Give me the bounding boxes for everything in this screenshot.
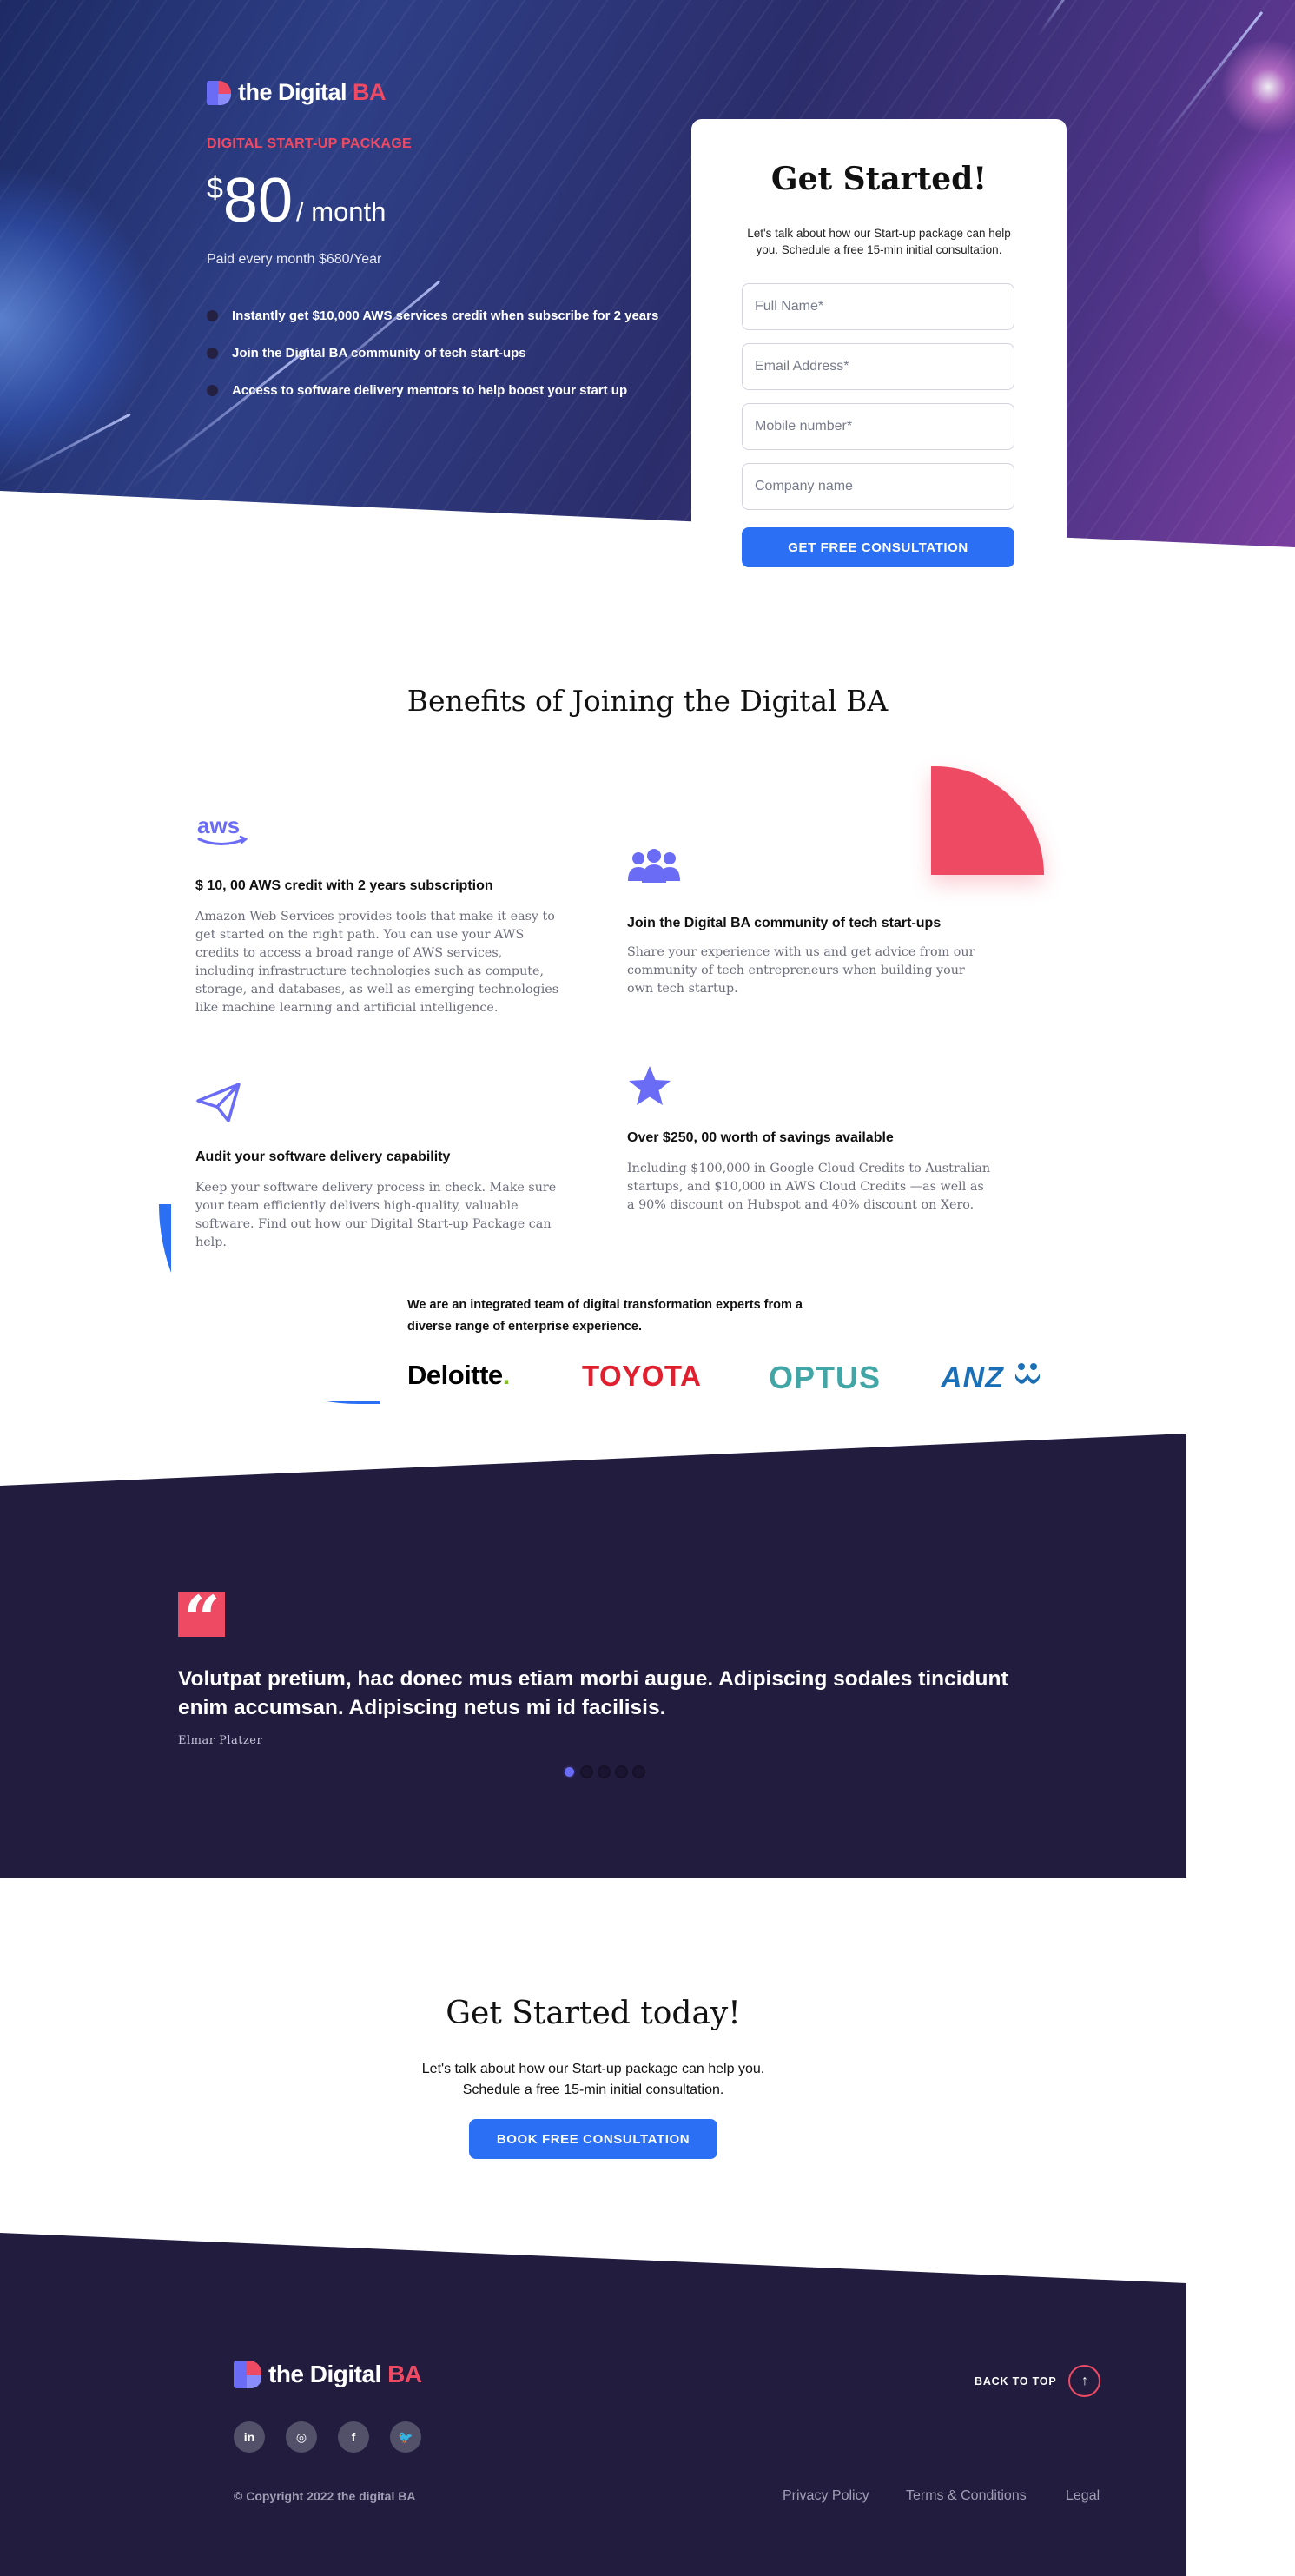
linkedin-icon[interactable]: in	[234, 2421, 265, 2453]
paper-plane-icon	[195, 1082, 242, 1128]
hero-glow-left	[0, 165, 156, 478]
copyright: © Copyright 2022 the digital BA	[234, 2489, 416, 2503]
hero-banner	[0, 0, 1295, 547]
arrow-up-icon: ↑	[1068, 2365, 1101, 2397]
benefit-description: Including $100,000 in Google Cloud Credi…	[627, 1162, 991, 1212]
company-input[interactable]	[742, 463, 1014, 510]
benefit-title: Join the Digital BA community of tech st…	[627, 916, 942, 930]
cta-text: Let's talk about how our Start-up packag…	[421, 2062, 765, 2097]
benefit-description: Keep your software delivery process in c…	[195, 1181, 557, 1249]
partners-intro: We are an integrated team of digital tra…	[407, 1298, 803, 1334]
carousel-dot[interactable]	[632, 1765, 645, 1778]
package-eyebrow: DIGITAL START-UP PACKAGE	[207, 136, 412, 151]
facebook-icon[interactable]: f	[338, 2421, 369, 2453]
social-links: in ◎ f 🐦	[234, 2421, 421, 2453]
price-amount: 80	[222, 166, 294, 235]
toyota-logo: TOYOTA	[582, 1360, 702, 1392]
consultation-form-card: Get Started! Let's talk about how our St…	[691, 119, 1067, 579]
terms-conditions-link[interactable]: Terms & Conditions	[906, 2488, 1027, 2504]
users-icon	[627, 848, 681, 889]
twitter-icon[interactable]: 🐦	[390, 2421, 421, 2453]
benefits-title: Benefits of Joining the Digital BA	[406, 684, 889, 718]
feature-item: Access to software delivery mentors to h…	[207, 372, 658, 409]
benefit-title: Over $250, 00 worth of savings available	[627, 1130, 894, 1145]
decorative-pink-shape	[931, 766, 1044, 875]
form-intro: Let's talk about how our Start-up packag…	[747, 227, 1011, 256]
optus-logo: OPTUS	[769, 1360, 882, 1395]
header-logo[interactable]: the Digital BA	[207, 79, 387, 106]
feature-item: Join the Digital BA community of tech st…	[207, 334, 658, 372]
price-note: Paid every month $680/Year	[207, 252, 382, 267]
bullet-dot-icon	[207, 385, 218, 396]
package-features: Instantly get $10,000 AWS services credi…	[207, 297, 658, 409]
anz-logo: ANZ	[941, 1360, 1042, 1395]
bullet-dot-icon	[207, 348, 218, 359]
logo-wordmark: the Digital BA	[268, 2361, 422, 2387]
logo-mark-icon	[207, 80, 231, 105]
price: $ 80 / month	[207, 167, 386, 235]
deloitte-logo: Deloitte.	[407, 1360, 510, 1390]
price-currency: $	[207, 172, 223, 205]
hero-glow-top	[1216, 35, 1295, 139]
legal-link[interactable]: Legal	[1066, 2488, 1100, 2504]
svg-text:aws: aws	[197, 812, 240, 838]
email-input[interactable]	[742, 343, 1014, 390]
testimonial-section	[0, 1434, 1186, 1878]
anz-people-icon	[1015, 1363, 1041, 1384]
book-free-consultation-button[interactable]: BOOK FREE CONSULTATION	[469, 2119, 717, 2159]
logo-mark-icon	[234, 2361, 261, 2388]
form-title: Get Started!	[770, 161, 988, 197]
footer	[0, 2233, 1186, 2576]
carousel-dots	[563, 1765, 645, 1778]
full-name-input[interactable]	[742, 283, 1014, 330]
hero-streak	[1036, 0, 1084, 37]
get-free-consultation-button[interactable]: GET FREE CONSULTATION	[742, 527, 1014, 567]
quote-icon: “	[178, 1583, 225, 1658]
benefit-title: Audit your software delivery capability	[195, 1149, 451, 1164]
mobile-input[interactable]	[742, 403, 1014, 450]
privacy-policy-link[interactable]: Privacy Policy	[783, 2488, 869, 2504]
benefit-title: $ 10, 00 AWS credit with 2 years subscri…	[195, 878, 493, 893]
star-icon	[627, 1064, 672, 1112]
testimonial-author: Elmar Platzer	[178, 1734, 263, 1747]
footer-logo[interactable]: the Digital BA	[234, 2361, 422, 2388]
carousel-dot[interactable]	[563, 1765, 576, 1778]
back-to-top-button[interactable]: BACK TO TOP ↑	[975, 2365, 1101, 2397]
bullet-dot-icon	[207, 310, 218, 321]
benefit-description: Amazon Web Services provides tools that …	[195, 910, 559, 1015]
benefit-description: Share your experience with us and get ad…	[627, 945, 975, 996]
carousel-dot[interactable]	[615, 1765, 628, 1778]
price-period: / month	[296, 196, 387, 227]
testimonial-quote: Volutpat pretium, hac donec mus etiam mo…	[178, 1667, 1008, 1719]
carousel-dot[interactable]	[598, 1765, 611, 1778]
carousel-dot[interactable]	[580, 1765, 593, 1778]
logo-wordmark: the Digital BA	[238, 79, 387, 105]
cta-title: Get Started today!	[446, 1996, 741, 2031]
hero-glow-right	[1199, 104, 1295, 365]
feature-item: Instantly get $10,000 AWS services credi…	[207, 297, 658, 334]
aws-icon: aws	[195, 812, 251, 853]
back-to-top-label: BACK TO TOP	[975, 2374, 1057, 2387]
instagram-icon[interactable]: ◎	[286, 2421, 317, 2453]
